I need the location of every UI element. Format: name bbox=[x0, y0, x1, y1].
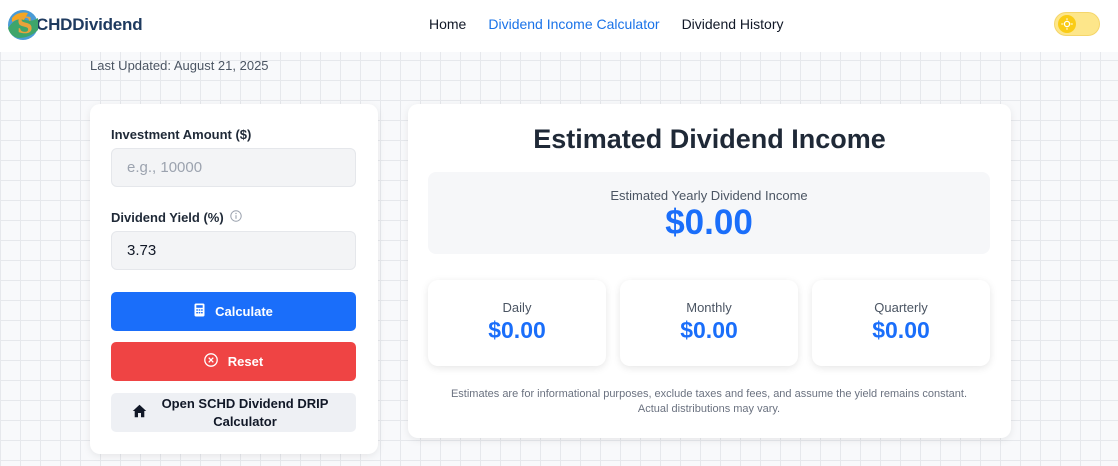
investment-amount-input[interactable] bbox=[111, 148, 356, 187]
brand-name: CHDDividend bbox=[36, 15, 143, 34]
yearly-income-value: $0.00 bbox=[665, 203, 753, 242]
disclaimer-text: Estimates are for informational purposes… bbox=[428, 387, 990, 417]
yearly-income-box: Estimated Yearly Dividend Income $0.00 bbox=[428, 172, 990, 254]
disclaimer-line-2: Actual distributions may vary. bbox=[637, 403, 781, 415]
sun-icon bbox=[1058, 15, 1076, 33]
nav-link-dividend-income-calculator[interactable]: Dividend Income Calculator bbox=[488, 16, 659, 32]
dividend-yield-input[interactable] bbox=[111, 231, 356, 270]
theme-toggle[interactable] bbox=[1054, 12, 1100, 36]
investment-amount-label: Investment Amount ($) bbox=[111, 127, 252, 142]
disclaimer-line-1: Estimates are for informational purposes… bbox=[450, 388, 968, 400]
monthly-label: Monthly bbox=[686, 300, 732, 315]
logo-icon: S bbox=[6, 8, 40, 42]
drip-label: Open SCHD Dividend DRIP Calculator bbox=[161, 395, 329, 429]
monthly-income-card: Monthly $0.00 bbox=[620, 280, 798, 366]
close-circle-icon bbox=[203, 353, 218, 370]
calculate-button[interactable]: Calculate bbox=[111, 292, 356, 331]
last-updated-text: Last Updated: August 21, 2025 bbox=[90, 58, 269, 73]
quarterly-value: $0.00 bbox=[872, 317, 930, 343]
results-card: Estimated Dividend Income Estimated Year… bbox=[408, 104, 1011, 438]
yearly-income-label: Estimated Yearly Dividend Income bbox=[610, 188, 808, 203]
nav-link-dividend-history[interactable]: Dividend History bbox=[682, 16, 784, 32]
nav-links: Home Dividend Income Calculator Dividend… bbox=[429, 16, 784, 32]
daily-income-card: Daily $0.00 bbox=[428, 280, 606, 366]
open-drip-calculator-button[interactable]: Open SCHD Dividend DRIP Calculator bbox=[111, 393, 356, 432]
home-icon bbox=[132, 404, 147, 421]
top-navbar: S CHDDividend Home Dividend Income Calcu… bbox=[0, 0, 1118, 52]
info-icon[interactable] bbox=[229, 210, 242, 225]
daily-value: $0.00 bbox=[488, 317, 546, 343]
daily-label: Daily bbox=[502, 300, 532, 315]
quarterly-label: Quarterly bbox=[874, 300, 928, 315]
calculator-icon bbox=[194, 303, 205, 320]
reset-label: Reset bbox=[227, 354, 264, 369]
reset-button[interactable]: Reset bbox=[111, 342, 356, 381]
quarterly-income-card: Quarterly $0.00 bbox=[812, 280, 990, 366]
dividend-yield-label: Dividend Yield (%) bbox=[111, 210, 242, 225]
brand-logo-link[interactable]: S CHDDividend bbox=[6, 8, 143, 42]
results-title: Estimated Dividend Income bbox=[533, 124, 886, 154]
calculate-label: Calculate bbox=[215, 304, 273, 319]
nav-link-home[interactable]: Home bbox=[429, 16, 466, 32]
svg-text:S: S bbox=[17, 13, 33, 39]
monthly-value: $0.00 bbox=[680, 317, 738, 343]
calculator-form-card: Investment Amount ($) Dividend Yield (%) bbox=[90, 104, 378, 454]
